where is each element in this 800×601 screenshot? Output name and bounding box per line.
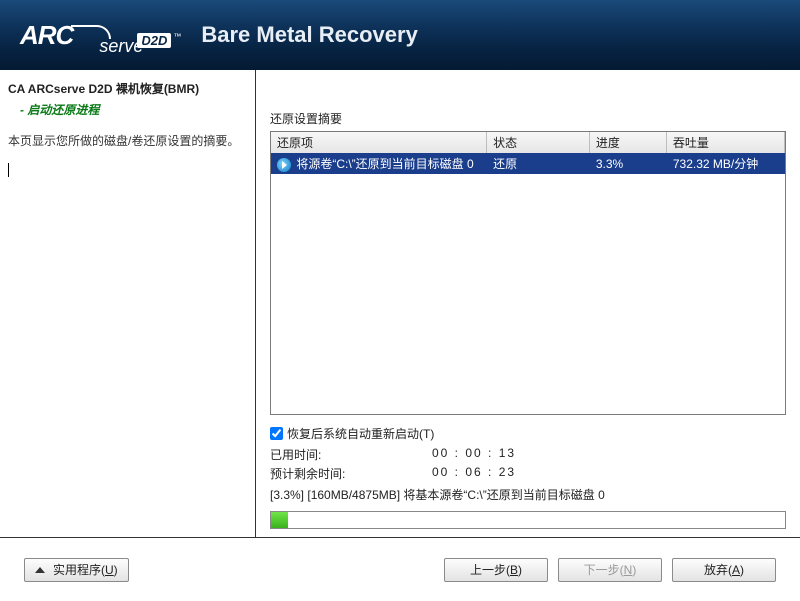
chevron-up-icon: [35, 567, 45, 573]
col-status[interactable]: 状态: [487, 132, 590, 153]
elapsed-label: 已用时间:: [270, 446, 432, 463]
col-throughput[interactable]: 吞吐量: [666, 132, 784, 153]
status-line: [3.3%] [160MB/4875MB] 将基本源卷“C:\”还原到当前目标磁…: [270, 486, 786, 503]
footer: 实用程序(U) 上一步(B) 下一步(N) 放弃(A): [0, 537, 800, 601]
progress-details: 恢复后系统自动重新启动(T) 已用时间: 00 : 00 : 13 预计剩余时间…: [270, 425, 786, 529]
text-cursor-icon: [8, 163, 9, 177]
col-item[interactable]: 还原项: [271, 132, 487, 153]
abort-button[interactable]: 放弃(A): [672, 558, 776, 582]
col-progress[interactable]: 进度: [589, 132, 666, 153]
cell-item: 将源卷“C:\”还原到当前目标磁盘 0: [296, 157, 473, 171]
sidebar-title: CA ARCserve D2D 裸机恢复(BMR): [8, 80, 247, 97]
auto-reboot-checkbox[interactable]: [270, 427, 283, 440]
page-title: Bare Metal Recovery: [201, 22, 417, 48]
sidebar: CA ARCserve D2D 裸机恢复(BMR) - 启动还原进程 本页显示您…: [0, 70, 256, 537]
table-header-row: 还原项 状态 进度 吞吐量: [271, 132, 785, 153]
utilities-button[interactable]: 实用程序(U): [24, 558, 129, 582]
summary-label: 还原设置摘要: [270, 110, 786, 127]
sidebar-subtitle: - 启动还原进程: [20, 101, 247, 118]
table-row[interactable]: 将源卷“C:\”还原到当前目标磁盘 0 还原 3.3% 732.32 MB/分钟: [271, 153, 785, 174]
logo: ARC serve D2D ™: [20, 20, 181, 51]
elapsed-value: 00 : 00 : 13: [432, 446, 516, 463]
remaining-value: 00 : 06 : 23: [432, 465, 516, 482]
cell-progress: 3.3%: [589, 153, 666, 174]
logo-arc-text: ARC: [20, 20, 73, 51]
cell-status: 还原: [487, 153, 590, 174]
remaining-label: 预计剩余时间:: [270, 465, 432, 482]
app-header: ARC serve D2D ™ Bare Metal Recovery: [0, 0, 800, 70]
progress-bar: [270, 511, 786, 529]
logo-trademark: ™: [173, 32, 181, 41]
next-button[interactable]: 下一步(N): [558, 558, 662, 582]
cell-throughput: 732.32 MB/分钟: [666, 153, 784, 174]
back-button[interactable]: 上一步(B): [444, 558, 548, 582]
logo-serve-text: serve: [99, 36, 143, 57]
sidebar-description: 本页显示您所做的磁盘/卷还原设置的摘要。: [8, 132, 247, 149]
main-panel: 还原设置摘要 还原项 状态 进度 吞吐量 将源卷“C:\”还原到当前目标磁盘: [256, 70, 800, 537]
summary-table: 还原项 状态 进度 吞吐量 将源卷“C:\”还原到当前目标磁盘 0 还原 3.3…: [270, 131, 786, 415]
progress-fill: [271, 512, 288, 528]
play-icon: [277, 158, 291, 172]
auto-reboot-label: 恢复后系统自动重新启动(T): [287, 425, 434, 442]
